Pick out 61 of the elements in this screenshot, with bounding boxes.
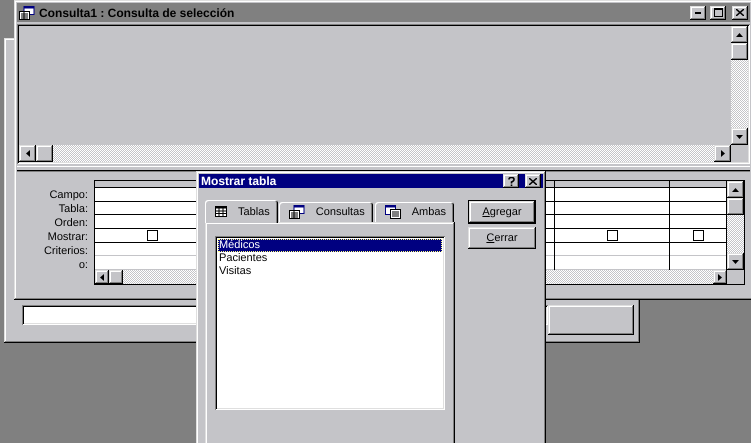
add-button[interactable]: Agregar — [468, 200, 536, 224]
scroll-thumb[interactable] — [727, 198, 744, 215]
show-checkbox[interactable] — [692, 230, 704, 241]
minimize-icon — [695, 12, 701, 14]
up-arrow-icon — [732, 188, 739, 192]
row-label: Criterios: — [42, 244, 88, 258]
row-label: Tabla: — [58, 202, 88, 216]
row-label: o: — [78, 258, 88, 272]
table-icon — [215, 206, 227, 217]
row-label: Orden: — [53, 216, 88, 230]
scroll-right-button[interactable] — [713, 270, 727, 284]
up-arrow-icon — [736, 32, 743, 36]
query-icon — [288, 205, 305, 219]
list-item[interactable]: Pacientes — [218, 252, 442, 265]
maximize-button[interactable] — [710, 6, 726, 20]
scroll-thumb[interactable] — [36, 145, 53, 162]
column-selector[interactable] — [670, 181, 726, 188]
down-arrow-icon — [736, 134, 743, 138]
close-button[interactable] — [732, 6, 748, 20]
scroll-down-button[interactable] — [731, 128, 748, 145]
vertical-scrollbar[interactable] — [731, 26, 748, 145]
tables-and-queries-icon — [384, 205, 401, 219]
list-item[interactable]: Médicos — [218, 239, 442, 252]
query-window-icon — [19, 6, 35, 20]
list-item[interactable]: Visitas — [218, 265, 442, 278]
grid-cell[interactable] — [555, 228, 669, 243]
horizontal-scrollbar[interactable] — [19, 145, 731, 162]
left-arrow-icon — [100, 274, 104, 280]
column-selector[interactable] — [555, 181, 669, 188]
show-checkbox[interactable] — [606, 230, 618, 241]
grid-cell[interactable] — [670, 228, 726, 243]
tab[interactable]: Consultas — [278, 202, 373, 222]
show-checkbox[interactable] — [146, 230, 158, 241]
scroll-down-button[interactable] — [727, 253, 744, 270]
close-icon — [529, 178, 537, 184]
scroll-left-button[interactable] — [19, 145, 36, 162]
close-button[interactable] — [525, 174, 541, 188]
vertical-scrollbar[interactable] — [727, 181, 744, 270]
window-title: Consulta1 : Consulta de selección — [39, 6, 236, 20]
close-dialog-button[interactable]: Cerrar — [468, 227, 536, 249]
help-button[interactable] — [503, 174, 519, 188]
maximize-icon — [714, 8, 722, 17]
help-icon — [508, 176, 514, 186]
down-arrow-icon — [732, 260, 739, 264]
tab[interactable]: Tablas — [205, 200, 278, 223]
row-label: Mostrar: — [46, 230, 88, 244]
right-arrow-icon — [718, 274, 722, 280]
pane-splitter[interactable] — [17, 166, 750, 172]
scroll-up-button[interactable] — [731, 26, 748, 43]
scroll-thumb[interactable] — [731, 43, 748, 60]
minimize-button[interactable] — [690, 6, 706, 20]
left-arrow-icon — [26, 150, 30, 157]
scroll-left-button[interactable] — [95, 270, 109, 284]
row-label: Campo: — [48, 188, 88, 202]
scroll-thumb[interactable] — [109, 270, 123, 284]
right-arrow-icon — [720, 150, 724, 157]
scroll-up-button[interactable] — [727, 181, 744, 198]
tab[interactable]: Ambas — [374, 202, 454, 222]
dialog-title: Mostrar tabla — [201, 174, 278, 188]
close-icon — [736, 9, 744, 16]
scroll-right-button[interactable] — [714, 145, 731, 162]
